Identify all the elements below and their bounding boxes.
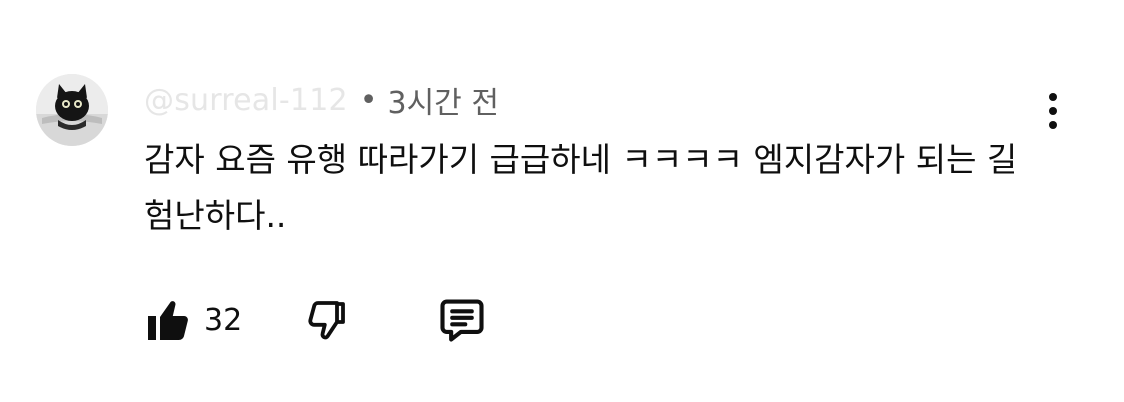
comment-meta: @surreal-112 • 3시간 전	[144, 78, 499, 122]
reply-button[interactable]	[434, 292, 490, 348]
dislike-button[interactable]	[298, 292, 354, 348]
comment-bubble-icon	[440, 299, 484, 342]
comment-text: 감자 요즘 유행 따라가기 급급하네 ㅋㅋㅋㅋ 엠지감자가 되는 길 험난하다.…	[144, 140, 1018, 235]
like-count: 32	[204, 302, 243, 338]
vertical-ellipsis-icon	[1049, 93, 1057, 129]
author-handle[interactable]: @surreal-112	[144, 83, 348, 118]
more-options-button[interactable]	[1030, 88, 1076, 134]
meta-separator: •	[359, 82, 378, 118]
thumbs-up-icon	[148, 301, 188, 340]
like-button[interactable]	[140, 292, 196, 348]
thumbs-down-icon	[308, 301, 346, 340]
comment-timestamp[interactable]: 3시간 전	[388, 78, 499, 122]
comment-actions: 32	[140, 292, 490, 348]
black-cat-avatar-icon	[36, 74, 108, 146]
avatar[interactable]	[36, 74, 108, 146]
